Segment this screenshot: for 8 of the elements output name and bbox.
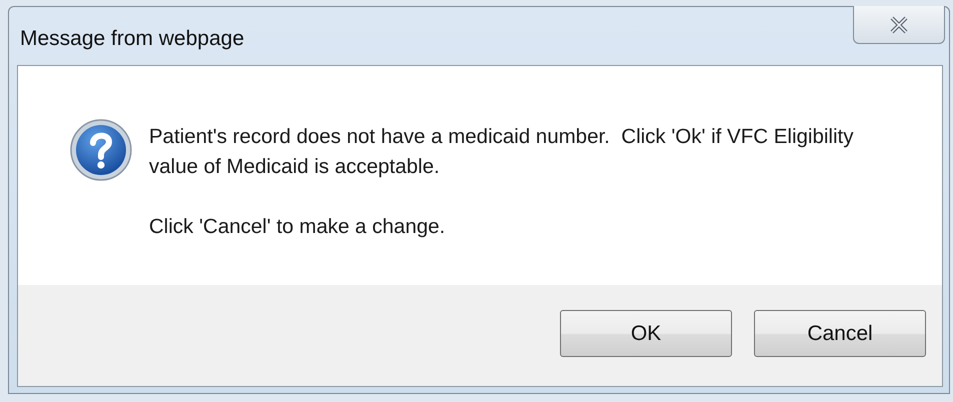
dialog-button[interactable]: OK xyxy=(560,310,732,357)
question-icon xyxy=(69,118,133,182)
window-title: Message from webpage xyxy=(20,27,244,51)
dialog-button[interactable]: Cancel xyxy=(754,310,926,357)
message-text: Click 'Cancel' to make a change. xyxy=(149,214,446,240)
close-button[interactable] xyxy=(853,6,945,44)
close-icon xyxy=(889,16,909,34)
message-text: Patient's record does not have a medicaid number. Click 'Ok' if VFC Eligibility value of Medicaid is acceptable. xyxy=(149,124,854,180)
